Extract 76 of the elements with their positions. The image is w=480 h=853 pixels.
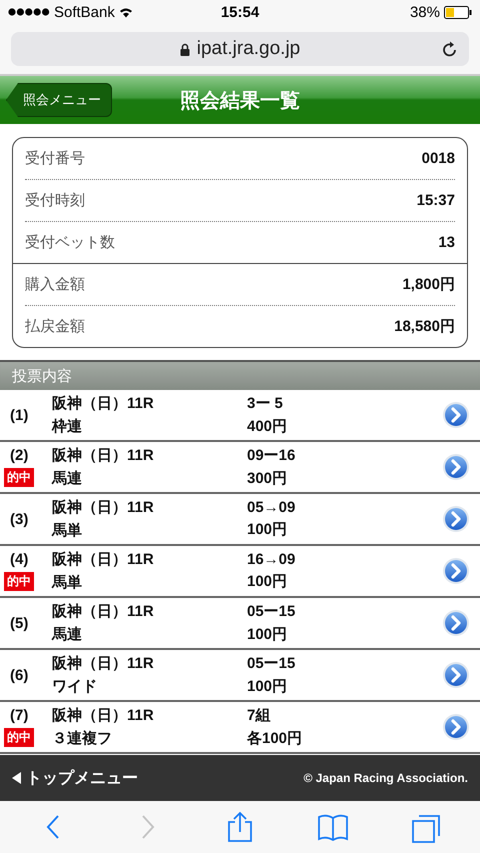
summary-value: 1,800円 <box>402 275 455 294</box>
bet-type: 枠連 <box>52 417 83 436</box>
bet-row[interactable]: (6) 阪神（日）11R ワイド 05ー15 100円 <box>0 650 480 702</box>
bet-amount: 100円 <box>247 572 288 591</box>
bet-amount: 各100円 <box>247 729 304 748</box>
bet-number: (2) <box>9 447 28 464</box>
bet-number: (3) <box>9 510 28 528</box>
clock-time: 15:54 <box>220 4 260 20</box>
race-name: 阪神（日）11R <box>52 394 155 413</box>
race-name: 阪神（日）11R <box>52 654 155 673</box>
top-menu-link[interactable]: トップメニュー <box>12 768 138 788</box>
bet-type: 馬単 <box>52 573 83 592</box>
bet-row[interactable]: (3) 阪神（日）11R 馬単 05→09 100円 <box>0 494 480 546</box>
bet-type: ワイド <box>52 677 98 696</box>
lock-icon <box>180 42 190 56</box>
bet-amount: 300円 <box>247 469 288 488</box>
bet-amount: 100円 <box>247 520 288 539</box>
summary-label: 受付ベット数 <box>25 233 115 252</box>
race-name: 阪神（日）11R <box>52 602 155 621</box>
chevron-icon[interactable] <box>442 609 470 637</box>
hit-badge: 的中 <box>4 728 34 747</box>
carrier-name: SoftBank <box>54 4 115 20</box>
battery-percent: 38% <box>410 4 440 20</box>
bet-combination: 3ー 5 <box>247 394 284 413</box>
race-name: 阪神（日）11R <box>52 498 155 517</box>
summary-label: 払戻金額 <box>25 317 85 336</box>
back-button[interactable]: 照会メニュー <box>6 83 112 117</box>
race-name: 阪神（日）11R <box>52 446 155 465</box>
race-name: 阪神（日）11R <box>52 706 155 725</box>
bet-type: 馬単 <box>52 521 83 540</box>
summary-label: 購入金額 <box>25 275 85 294</box>
bet-amount: 100円 <box>247 625 288 644</box>
bet-row[interactable]: (2) 的中 阪神（日）11R 馬連 09ー16 300円 <box>0 442 480 494</box>
chevron-icon[interactable] <box>442 453 470 481</box>
bet-number: (7) <box>9 707 28 724</box>
battery-icon <box>444 6 472 18</box>
bet-combination: 7組 <box>247 706 272 725</box>
bet-number: (6) <box>9 666 28 684</box>
summary-value: 13 <box>438 234 455 251</box>
section-title: 投票内容 <box>12 366 72 386</box>
race-name: 阪神（日）11R <box>52 550 155 569</box>
bet-number: (5) <box>9 614 28 632</box>
bet-combination: 05ー15 <box>247 602 296 621</box>
bet-type: 馬連 <box>52 469 83 488</box>
reload-icon[interactable] <box>442 41 458 58</box>
chevron-icon[interactable] <box>442 557 470 585</box>
chevron-icon[interactable] <box>442 401 470 429</box>
bet-row[interactable]: (5) 阪神（日）11R 馬連 05ー15 100円 <box>0 598 480 650</box>
chevron-icon[interactable] <box>442 661 470 689</box>
summary-value: 0018 <box>422 150 455 167</box>
address-field[interactable]: ipat.jra.go.jp <box>11 32 469 66</box>
summary-value: 18,580円 <box>394 317 455 336</box>
copyright-text: © Japan Racing Association. <box>304 771 468 785</box>
bet-amount: 100円 <box>247 677 288 696</box>
bet-row[interactable]: (1) 阪神（日）11R 枠連 3ー 5 400円 <box>0 390 480 442</box>
summary-label: 受付番号 <box>25 149 85 168</box>
summary-value: 15:37 <box>416 192 455 209</box>
bet-combination: 05ー15 <box>247 654 296 673</box>
bet-type: 馬連 <box>52 625 83 644</box>
hit-badge: 的中 <box>4 572 34 591</box>
bet-combination: 05→09 <box>247 499 296 516</box>
page-title: 照会結果一覧 <box>180 88 300 114</box>
wifi-icon <box>118 6 133 18</box>
bet-type: ３連複フ <box>52 729 113 748</box>
hit-badge: 的中 <box>4 468 34 487</box>
bet-number: (1) <box>9 406 28 424</box>
signal-icon <box>8 8 50 16</box>
triangle-icon <box>12 772 21 784</box>
bet-amount: 400円 <box>247 417 288 436</box>
bet-number: (4) <box>9 551 28 568</box>
chevron-icon[interactable] <box>442 713 470 741</box>
chevron-icon[interactable] <box>442 505 470 533</box>
summary-label: 受付時刻 <box>25 191 85 210</box>
bet-combination: 16→09 <box>247 551 296 568</box>
bet-combination: 09ー16 <box>247 446 296 465</box>
bet-row[interactable]: (4) 的中 阪神（日）11R 馬単 16→09 100円 <box>0 546 480 598</box>
